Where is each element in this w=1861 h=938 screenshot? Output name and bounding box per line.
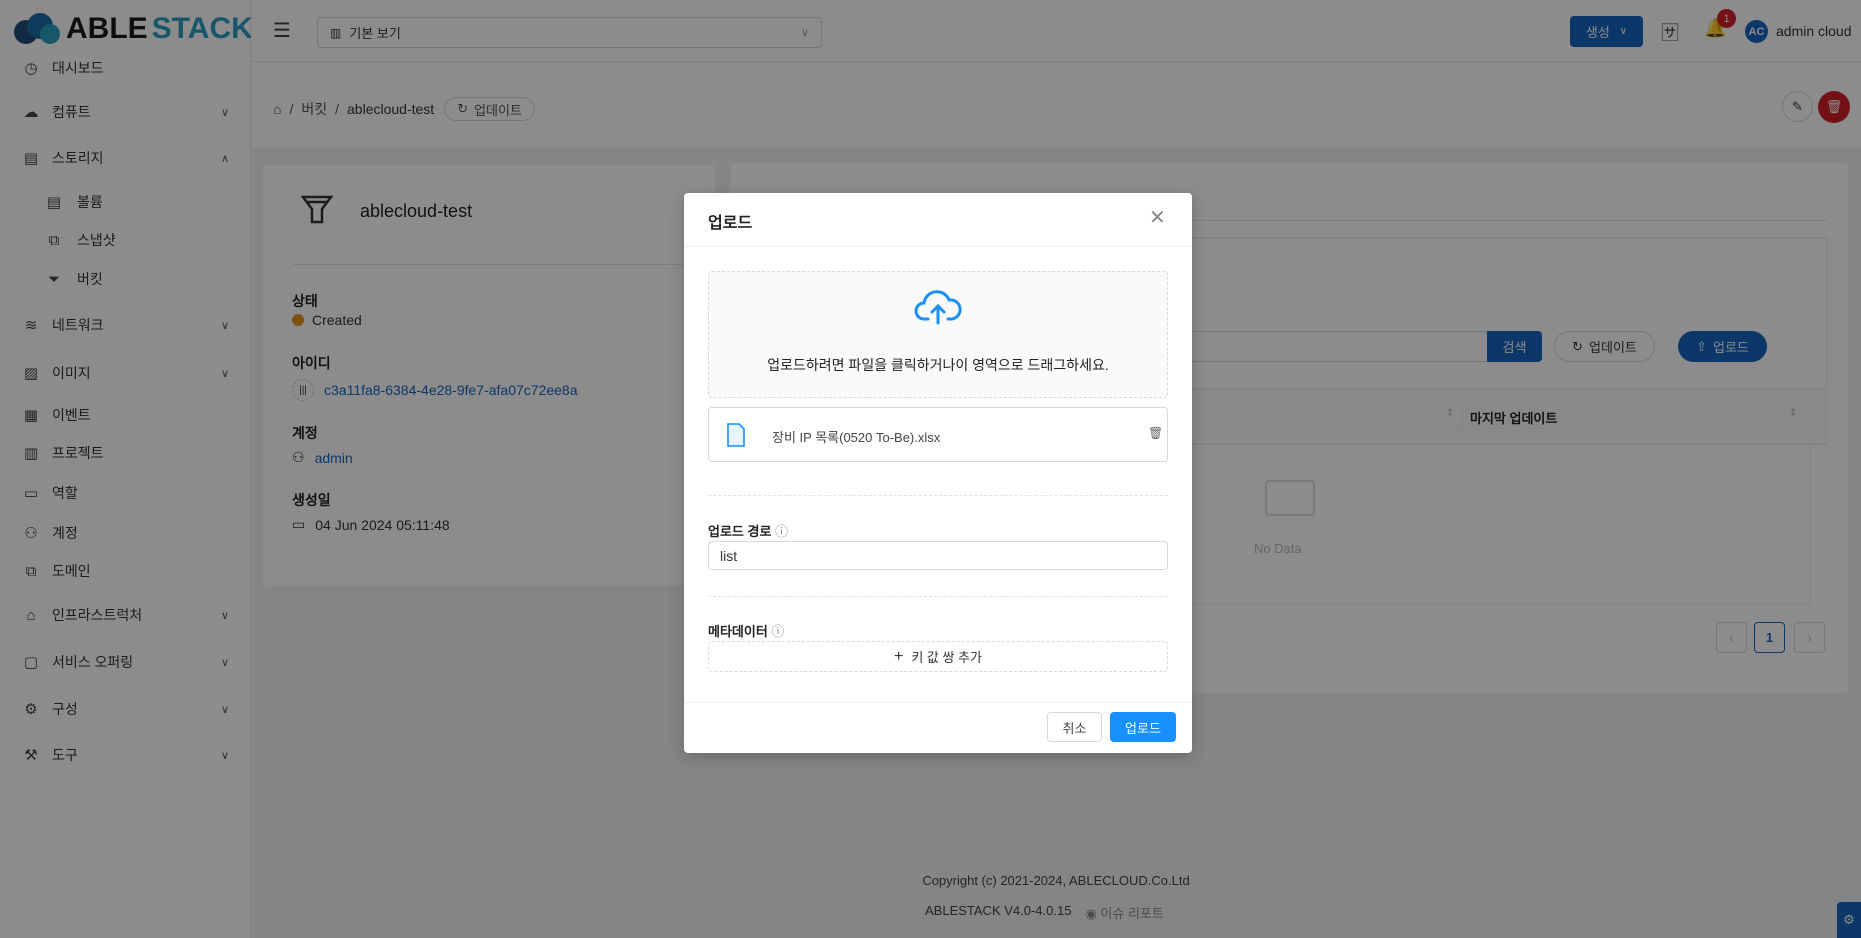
info-icon[interactable]: ⓘ — [771, 624, 784, 639]
close-icon[interactable]: ✕ — [1149, 205, 1166, 230]
file-name: 장비 IP 목록(0520 To-Be).xlsx — [772, 430, 941, 445]
upload-modal: 업로드 ✕ 업로드하려면 파일을 클릭하거나이 영역으로 드래그하세요. 장비 … — [684, 193, 1192, 753]
trash-icon[interactable]: 🗑 — [1148, 426, 1163, 440]
cloud-upload-icon — [914, 290, 962, 325]
plus-icon: + — [894, 647, 904, 665]
add-key-value-button[interactable]: + 키 값 쌍 추가 — [708, 641, 1168, 672]
cancel-button[interactable]: 취소 — [1047, 712, 1102, 742]
info-icon[interactable]: ⓘ — [775, 524, 788, 539]
file-icon — [727, 423, 745, 447]
metadata-label: 메타데이터 ⓘ — [708, 621, 784, 640]
upload-submit-button[interactable]: 업로드 — [1110, 712, 1176, 742]
section-divider — [708, 596, 1168, 597]
file-item: 장비 IP 목록(0520 To-Be).xlsx 🗑 — [708, 407, 1168, 462]
upload-path-input[interactable] — [708, 541, 1168, 570]
section-divider — [708, 495, 1168, 496]
modal-footer-divider — [684, 702, 1192, 703]
upload-path-label: 업로드 경로 ⓘ — [708, 521, 788, 540]
metadata-label-text: 메타데이터 — [708, 624, 768, 639]
dropzone-text: 업로드하려면 파일을 클릭하거나이 영역으로 드래그하세요. — [767, 357, 1109, 373]
modal-header-divider — [684, 246, 1192, 247]
upload-path-label-text: 업로드 경로 — [708, 524, 772, 539]
add-key-value-label: 키 값 쌍 추가 — [911, 650, 982, 665]
upload-dropzone[interactable]: 업로드하려면 파일을 클릭하거나이 영역으로 드래그하세요. — [708, 271, 1168, 398]
modal-title: 업로드 — [708, 215, 753, 232]
